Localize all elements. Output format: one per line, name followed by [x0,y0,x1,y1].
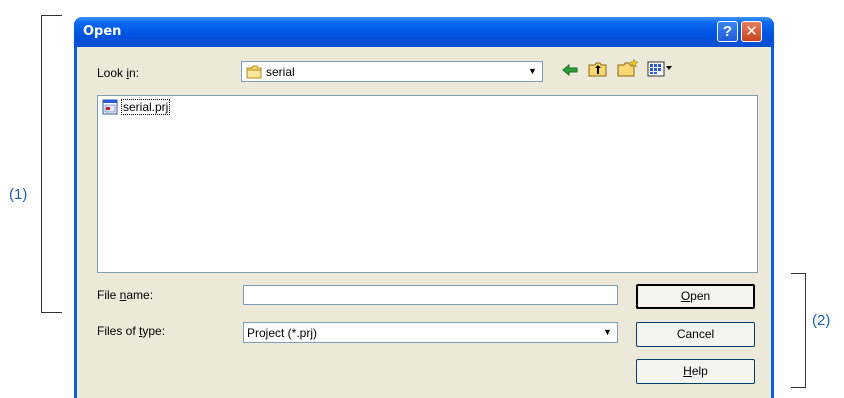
chevron-down-icon[interactable]: ▼ [599,324,616,341]
open-button[interactable]: Open [636,284,755,309]
files-of-type-value: Project (*.prj) [247,326,318,340]
look-in-value: serial [266,65,295,79]
view-menu-icon[interactable] [647,61,673,78]
look-in-dropdown[interactable]: serial ▼ [241,61,543,82]
files-of-type-label: Files of type: [97,324,166,338]
project-file-icon [102,99,118,115]
open-dialog: Open ? ✕ Look in: serial ▼ serial.prj Fi… [74,17,774,398]
help-title-button[interactable]: ? [717,21,738,42]
look-in-label: Look in: [97,66,140,80]
help-button[interactable]: Help [636,359,755,384]
annotation-bracket-1 [41,15,62,313]
file-name-text: serial.prj [121,99,171,115]
back-arrow-icon[interactable] [561,62,579,78]
up-folder-icon[interactable] [588,61,608,78]
cancel-button[interactable]: Cancel [636,322,755,347]
annotation-label-2: (2) [812,312,831,329]
folder-icon [246,65,262,79]
title-bar[interactable]: Open ? ✕ [74,17,774,47]
file-list[interactable]: serial.prj [97,95,758,273]
chevron-down-icon[interactable]: ▼ [524,63,541,80]
file-name-field[interactable] [243,285,618,305]
close-icon: ✕ [745,23,758,40]
dialog-title: Open [83,24,122,39]
help-icon: ? [722,23,733,40]
annotation-label-1: (1) [9,186,28,203]
new-folder-icon[interactable] [617,58,639,78]
annotation-bracket-2 [791,273,806,388]
files-of-type-dropdown[interactable]: Project (*.prj) ▼ [243,322,618,343]
close-button[interactable]: ✕ [741,21,762,42]
file-name-label: File name: [97,288,154,302]
